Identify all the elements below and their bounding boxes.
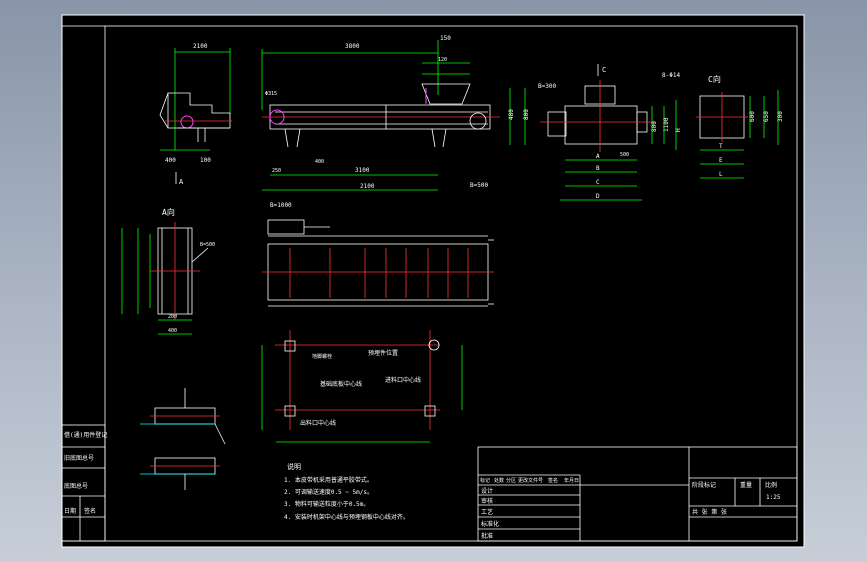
tb-date: 年月日 bbox=[564, 477, 579, 484]
tb-standard: 标准化 bbox=[481, 520, 499, 528]
dim-top-left: 2100 bbox=[193, 43, 208, 50]
layout-label-4: 出料口中心线 bbox=[300, 419, 336, 427]
tb-design: 设计 bbox=[481, 487, 493, 495]
tb-approve: 批准 bbox=[481, 532, 493, 540]
stamp-text-4: 日期 bbox=[64, 507, 76, 515]
dim-c-width: 800 bbox=[651, 121, 658, 132]
dim-c-height: 1100 bbox=[663, 117, 670, 132]
dim-l: L bbox=[719, 171, 723, 178]
stamp-text-3: 底图总号 bbox=[64, 482, 88, 490]
tb-scale-label: 比例 bbox=[765, 481, 777, 489]
tb-stage: 阶段标记 bbox=[692, 481, 716, 489]
note-4: 4. 安装时机架中心线与预埋钢板中心线对齐。 bbox=[284, 513, 409, 521]
dim-n4: 300 bbox=[777, 111, 784, 122]
tb-change: 更改文件号 bbox=[518, 477, 543, 484]
dim-n7: 120 bbox=[438, 57, 447, 63]
dim-main-height: 800 bbox=[523, 109, 530, 120]
note-3: 3. 物料可输送粒度小于0.5m。 bbox=[284, 500, 369, 508]
dim-d: D bbox=[596, 193, 600, 200]
tb-mark: 标记 bbox=[480, 477, 490, 484]
dim-n2: 250 bbox=[272, 168, 281, 174]
dim-n6: 150 bbox=[440, 35, 451, 42]
tb-weight: 重量 bbox=[740, 481, 752, 489]
dim-e: E bbox=[719, 157, 723, 164]
bw-mid: B=500 bbox=[470, 182, 488, 189]
notes-heading: 说明 bbox=[287, 462, 301, 471]
dim-left-small: 100 bbox=[200, 157, 211, 164]
dim-c-aux: 600 bbox=[749, 111, 756, 122]
tb-count: 处数 bbox=[494, 477, 504, 484]
layout-label-3: 进料口中心线 bbox=[385, 376, 421, 384]
tb-sheets: 共 张 第 张 bbox=[692, 508, 727, 516]
dim-c: C bbox=[596, 179, 600, 186]
tb-process: 工艺 bbox=[481, 508, 493, 516]
dim-a: A bbox=[596, 153, 600, 160]
note-2: 2. 可调输送速度0.5 ~ 5m/s。 bbox=[284, 488, 373, 496]
dim-main-lower: 2100 bbox=[360, 183, 375, 190]
stamp-text-1: 借(通)用件登记 bbox=[64, 431, 107, 439]
holes-label: 8-Φ14 bbox=[662, 72, 680, 79]
a-dim-n3: 200 bbox=[168, 314, 177, 320]
layout-label-1: 预埋件位置 bbox=[368, 349, 398, 357]
bw-c: B=300 bbox=[538, 83, 556, 90]
a-dim-n1: 400 bbox=[168, 328, 177, 334]
note-1: 1. 本皮带机采用普通平胶带式。 bbox=[284, 476, 373, 484]
tb-scale-value: 1:25 bbox=[766, 494, 781, 501]
tb-zone: 分区 bbox=[506, 477, 516, 484]
dim-h: H bbox=[675, 128, 682, 132]
dim-n8: Φ315 bbox=[265, 91, 277, 97]
tb-sign: 签名 bbox=[548, 477, 558, 484]
dim-main-right-h: 480 bbox=[508, 109, 515, 120]
cad-drawing-canvas: 借(通)用件登记 旧底图总号 底图总号 日期 签名 2100 400 100 A… bbox=[61, 14, 805, 548]
dim-left-lower: 400 bbox=[165, 157, 176, 164]
dim-n5: 500 bbox=[620, 152, 629, 158]
bw-lower: B=1000 bbox=[270, 202, 292, 209]
dim-t: T bbox=[719, 143, 723, 150]
dim-c-side: 650 bbox=[763, 111, 770, 122]
a-bw: B=500 bbox=[200, 242, 215, 248]
dim-b: B bbox=[596, 165, 600, 172]
drawing-sheet bbox=[61, 14, 805, 548]
layout-label-5: 地脚螺栓 bbox=[312, 353, 332, 360]
dim-main-total: 3100 bbox=[355, 167, 370, 174]
stamp-text-5: 签名 bbox=[84, 507, 96, 515]
tb-check: 审核 bbox=[481, 497, 493, 505]
dim-n1: 400 bbox=[315, 159, 324, 165]
dim-top-main: 3800 bbox=[345, 43, 360, 50]
layout-label-2: 基础底板中心线 bbox=[320, 380, 362, 388]
c-view-title: C向 bbox=[708, 74, 721, 84]
a-view-title: A向 bbox=[162, 207, 175, 217]
c-view-arrow-label: C bbox=[602, 66, 606, 74]
stamp-text-2: 旧底图总号 bbox=[64, 454, 94, 462]
